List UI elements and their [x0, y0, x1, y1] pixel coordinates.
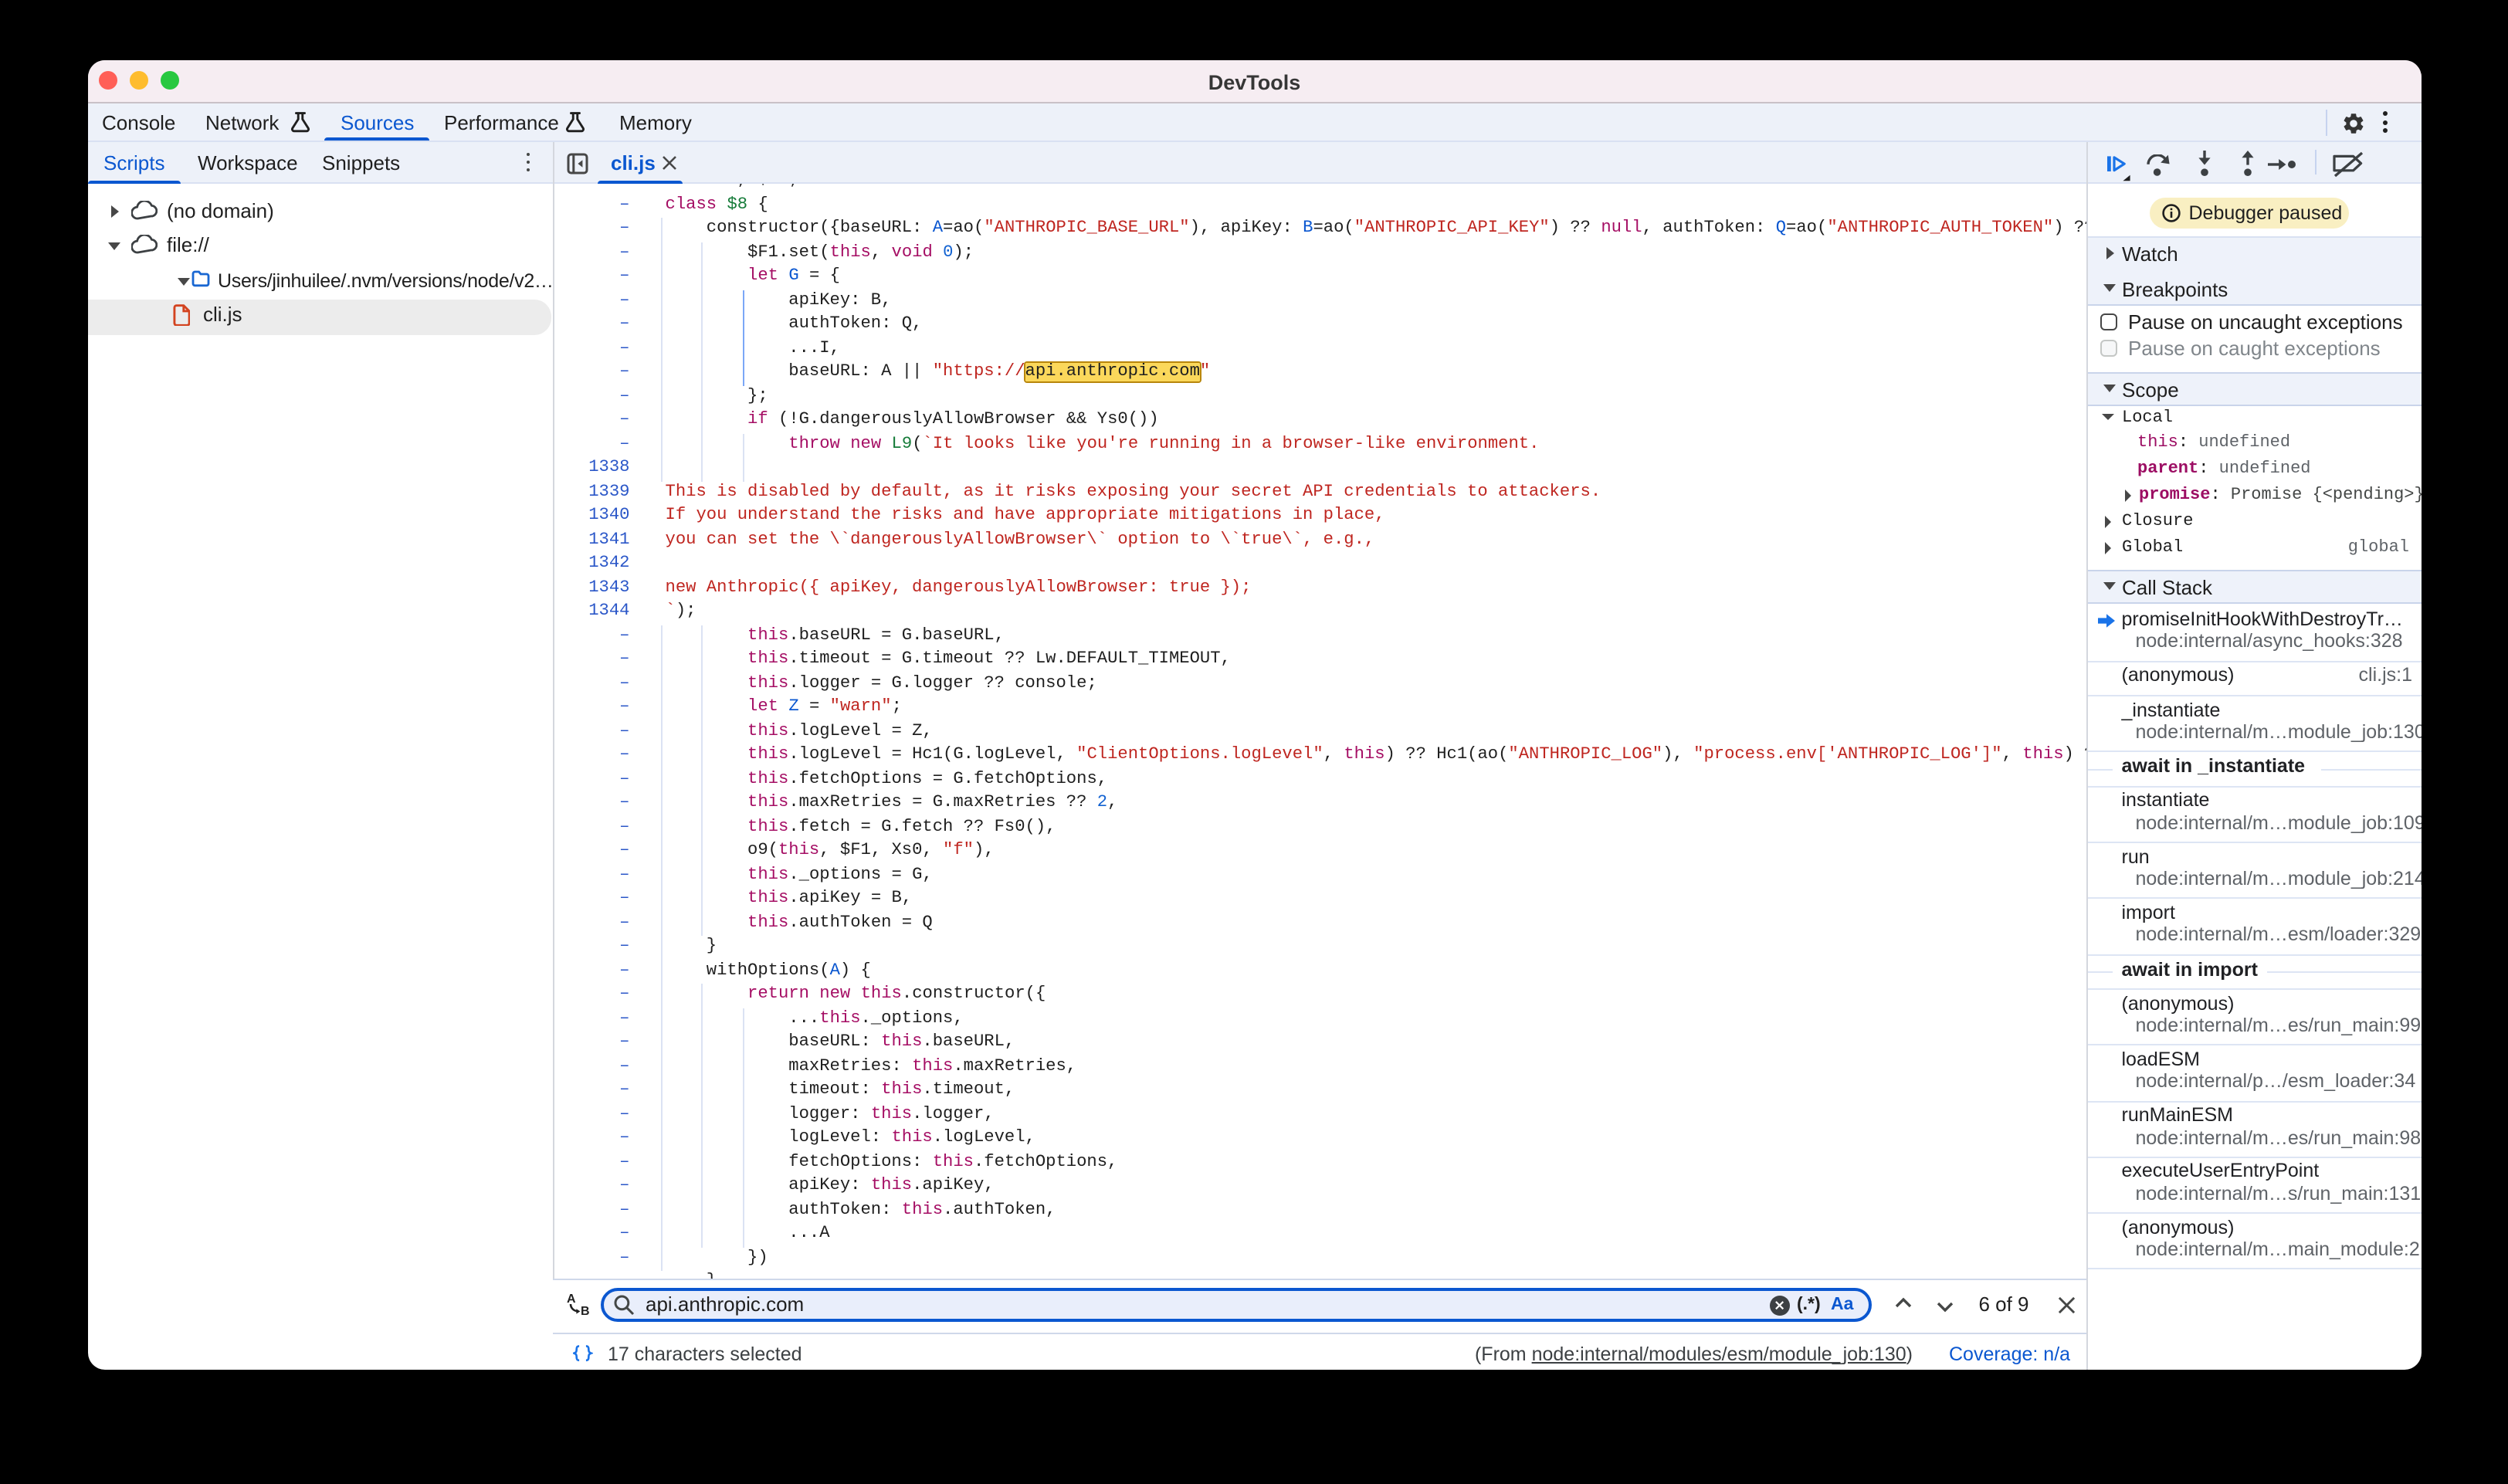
svg-text:B: B	[580, 1305, 589, 1316]
svg-text:A: A	[566, 1293, 575, 1306]
